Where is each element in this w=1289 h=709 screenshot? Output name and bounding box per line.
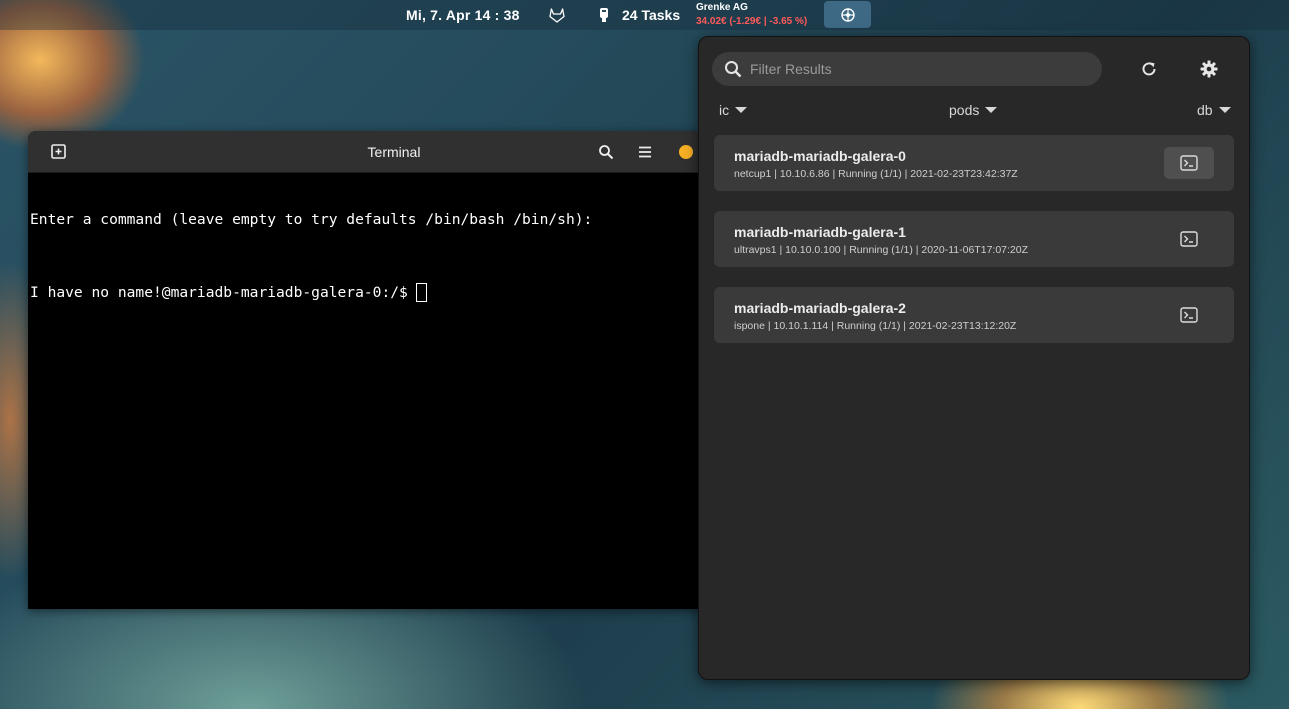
namespace-dropdown[interactable]: ic bbox=[719, 100, 748, 120]
pod-name: mariadb-mariadb-galera-2 bbox=[734, 300, 906, 316]
terminal-line: Enter a command (leave empty to try defa… bbox=[30, 211, 593, 228]
terminal-icon bbox=[1180, 231, 1198, 247]
resource-type-dropdown[interactable]: pods bbox=[949, 100, 998, 120]
tasks-count[interactable]: 24 Tasks bbox=[622, 7, 680, 23]
search-box[interactable] bbox=[712, 52, 1102, 86]
list-item[interactable]: mariadb-mariadb-galera-2 ispone | 10.10.… bbox=[714, 287, 1234, 343]
search-icon[interactable] bbox=[598, 144, 614, 160]
menu-icon[interactable] bbox=[638, 144, 652, 160]
pod-name: mariadb-mariadb-galera-1 bbox=[734, 224, 906, 240]
terminal-output[interactable]: Enter a command (leave empty to try defa… bbox=[30, 175, 592, 338]
namespace-dropdown-label: ic bbox=[719, 102, 730, 118]
terminal-icon bbox=[1180, 155, 1198, 171]
chevron-down-icon bbox=[985, 107, 998, 113]
top-bar: Mi, 7. Apr 14 : 38 24 Tasks Grenke AG 34… bbox=[0, 0, 1289, 30]
filter-results-input[interactable] bbox=[750, 52, 1090, 86]
pod-info: ispone | 10.10.1.114 | Running (1/1) | 2… bbox=[734, 320, 1017, 332]
clock[interactable]: Mi, 7. Apr 14 : 38 bbox=[406, 7, 520, 23]
kubernetes-popup-menu: ic pods db mariadb-mariadb-galera-0 netc… bbox=[698, 36, 1250, 680]
gear-icon[interactable] bbox=[1199, 59, 1219, 79]
refresh-icon[interactable] bbox=[1139, 59, 1159, 79]
extension-icon bbox=[840, 7, 855, 22]
list-item[interactable]: mariadb-mariadb-galera-0 netcup1 | 10.10… bbox=[714, 135, 1234, 191]
filter-dropdown-label: db bbox=[1197, 102, 1213, 118]
terminal-prompt-line: I have no name!@mariadb-mariadb-galera-0… bbox=[30, 283, 592, 302]
kubernetes-extension-button[interactable] bbox=[824, 1, 871, 28]
pod-info: ultravps1 | 10.10.0.100 | Running (1/1) … bbox=[734, 244, 1029, 256]
list-item[interactable]: mariadb-mariadb-galera-1 ultravps1 | 10.… bbox=[714, 211, 1234, 267]
stock-value[interactable]: 34.02€ (-1.29€ | -3.65 %) bbox=[696, 16, 807, 27]
open-terminal-button[interactable] bbox=[1164, 223, 1214, 255]
terminal-icon bbox=[1180, 307, 1198, 323]
chevron-down-icon bbox=[1218, 107, 1231, 113]
pod-info: netcup1 | 10.10.6.86 | Running (1/1) | 2… bbox=[734, 168, 1018, 180]
minimize-button[interactable] bbox=[679, 145, 693, 159]
resource-type-dropdown-label: pods bbox=[949, 102, 980, 118]
search-icon bbox=[725, 61, 742, 78]
tasks-icon[interactable] bbox=[598, 7, 610, 23]
open-terminal-button[interactable] bbox=[1164, 299, 1214, 331]
terminal-header-bar[interactable]: Terminal bbox=[28, 131, 708, 173]
gitlab-icon[interactable] bbox=[549, 7, 565, 23]
pod-name: mariadb-mariadb-galera-0 bbox=[734, 148, 906, 164]
terminal-window[interactable]: Terminal Enter a command (leave empty to… bbox=[28, 131, 708, 609]
chevron-down-icon bbox=[735, 107, 748, 113]
open-terminal-button[interactable] bbox=[1164, 147, 1214, 179]
terminal-prompt: I have no name!@mariadb-mariadb-galera-0… bbox=[30, 283, 408, 301]
terminal-cursor bbox=[415, 283, 427, 302]
stock-name[interactable]: Grenke AG bbox=[696, 2, 748, 13]
filter-dropdown[interactable]: db bbox=[1197, 100, 1231, 120]
